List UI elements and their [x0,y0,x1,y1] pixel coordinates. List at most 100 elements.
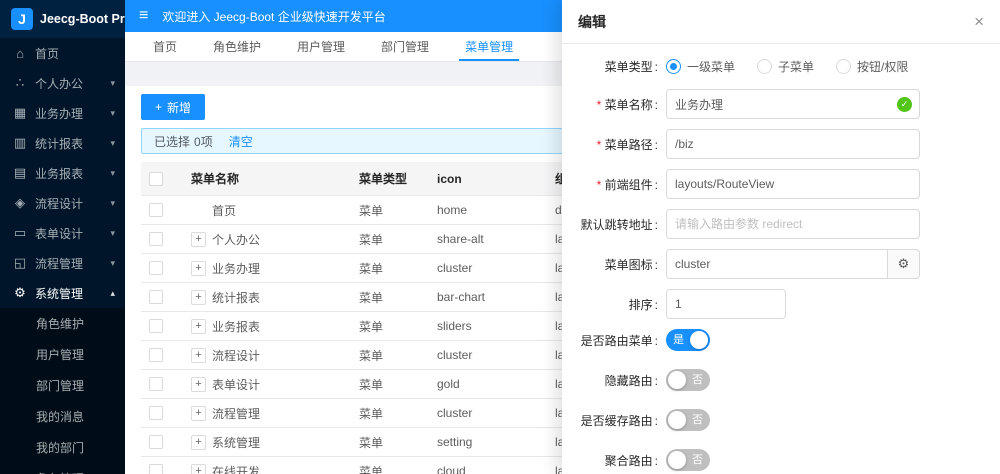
row-checkbox[interactable] [149,290,163,305]
edit-drawer: 编辑 × 菜单类型 一级菜单 子菜单 按钮/权限 菜单名称 [562,0,1000,474]
sort-row: 排序 [562,289,1000,319]
sidebar-item-statistics-report[interactable]: ▥ 统计报表 ▾ [0,128,125,158]
clear-selection-link[interactable]: 清空 [229,133,253,150]
app-logo[interactable]: J Jeecg-Boot Pro [0,0,125,38]
select-all-checkbox[interactable] [149,171,163,186]
collapse-menu-icon[interactable]: ≡ [139,8,148,24]
row-checkbox[interactable] [149,348,163,363]
chevron-down-icon: ▾ [110,167,115,178]
sidebar-item-role-management[interactable]: 角色管理 [0,463,125,474]
row-checkbox[interactable] [149,203,163,218]
radio-button-permission[interactable]: 按钮/权限 [836,58,908,75]
menu-name-cell: 个人办公 [212,232,261,247]
radio-top-level-menu[interactable]: 一级菜单 [666,58,735,75]
field-label: 菜单名称 [562,96,666,113]
switch-text: 是 [673,334,684,346]
menu-name-input[interactable] [666,89,920,119]
cache-route-toggle[interactable]: 否 [666,409,710,431]
close-icon[interactable]: × [974,13,984,30]
sidebar-item-label: 我的部门 [36,441,85,455]
switch-knob [668,371,686,389]
form-icon: ▭ [13,225,27,240]
flow-icon: ◈ [15,195,25,210]
expand-icon[interactable]: + [191,434,206,450]
sidebar-item-label: 首页 [35,46,60,61]
sidebar-item-label: 流程管理 [35,256,84,271]
sidebar-item-process-management[interactable]: ◱ 流程管理 ▾ [0,248,125,278]
menu-type-cell: 菜单 [351,427,429,457]
tab-user-management[interactable]: 用户管理 [279,32,363,61]
expand-icon[interactable]: + [191,318,206,334]
expand-icon[interactable]: + [191,260,206,276]
row-checkbox[interactable] [149,377,163,392]
tab-role-maintenance[interactable]: 角色维护 [195,32,279,61]
menu-type-cell: 菜单 [351,282,429,312]
cache-route-row: 是否缓存路由 否 [562,409,1000,431]
row-checkbox[interactable] [149,406,163,421]
chevron-up-icon: ▴ [110,287,115,298]
icon-cell: cloud [429,456,547,474]
row-checkbox[interactable] [149,319,163,334]
aggregate-route-toggle[interactable]: 否 [666,449,710,471]
sidebar-submenu: 角色维护 用户管理 部门管理 我的消息 我的部门 角色管理 [0,308,125,474]
icon-picker-button[interactable]: ⚙ [888,249,920,279]
field-label: 聚合路由 [562,452,666,469]
icon-cell: bar-chart [429,282,547,312]
sidebar-item-role-maintenance[interactable]: 角色维护 [0,308,125,339]
menu-type-cell: 菜单 [351,456,429,474]
sidebar-menu: ⌂ 首页 ∴ 个人办公 ▾ ▦ 业务办理 ▾ ▥ 统计报表 ▾ ▤ 业务报表 ▾… [0,38,125,474]
sidebar-item-home[interactable]: ⌂ 首页 [0,38,125,68]
row-checkbox[interactable] [149,435,163,450]
tab-menu-management[interactable]: 菜单管理 [447,32,531,61]
expand-icon[interactable]: + [191,231,206,247]
sidebar-item-business-handling[interactable]: ▦ 业务办理 ▾ [0,98,125,128]
row-checkbox[interactable] [149,261,163,276]
expand-icon[interactable]: + [191,463,206,474]
switch-text: 否 [692,454,703,466]
sidebar-item-my-messages[interactable]: 我的消息 [0,401,125,432]
icon-cell: sliders [429,311,547,341]
expand-icon[interactable]: + [191,376,206,392]
sidebar-item-form-design[interactable]: ▭ 表单设计 ▾ [0,218,125,248]
icon-cell: share-alt [429,224,547,254]
menu-name-cell: 流程设计 [212,348,261,363]
menu-icon-input[interactable] [666,249,888,279]
selection-count: 0项 [194,134,213,149]
add-button[interactable]: + 新增 [141,94,206,120]
hide-route-toggle[interactable]: 否 [666,369,710,391]
sidebar-item-label: 我的消息 [36,410,85,424]
field-label: 隐藏路由 [562,372,666,389]
menu-type-cell: 菜单 [351,224,429,254]
menu-type-radio-group: 一级菜单 子菜单 按钮/权限 [666,58,920,75]
expand-icon[interactable]: + [191,289,206,305]
sidebar-item-personal-office[interactable]: ∴ 个人办公 ▾ [0,68,125,98]
sidebar-item-system-management[interactable]: ⚙ 系统管理 ▴ [0,278,125,308]
sidebar-item-label: 角色维护 [36,317,85,331]
route-menu-toggle[interactable]: 是 [666,329,710,351]
sidebar-item-label: 部门管理 [36,379,85,393]
sidebar-item-business-report[interactable]: ▤ 业务报表 ▾ [0,158,125,188]
sidebar-item-my-department[interactable]: 我的部门 [0,432,125,463]
component-input[interactable] [666,169,920,199]
menu-path-input[interactable] [666,129,920,159]
sidebar-item-process-design[interactable]: ◈ 流程设计 ▾ [0,188,125,218]
menu-name-cell: 业务报表 [212,319,261,334]
radio-label: 按钮/权限 [857,60,909,74]
menu-type-cell: 菜单 [351,195,429,225]
radio-sub-menu[interactable]: 子菜单 [757,58,814,75]
sidebar-item-user-management[interactable]: 用户管理 [0,339,125,370]
switch-knob [668,451,686,469]
sidebar-item-department-management[interactable]: 部门管理 [0,370,125,401]
sort-input[interactable] [666,289,786,319]
tab-department-management[interactable]: 部门管理 [363,32,447,61]
redirect-input[interactable] [666,209,920,239]
column-header-menu-type: 菜单类型 [351,162,429,196]
row-checkbox[interactable] [149,464,163,474]
menu-name-cell: 统计报表 [212,290,261,305]
expand-icon[interactable]: + [191,347,206,363]
tab-home[interactable]: 首页 [135,32,195,61]
expand-icon[interactable]: + [191,405,206,421]
row-checkbox[interactable] [149,232,163,247]
redirect-row: 默认跳转地址 [562,209,1000,239]
switch-text: 否 [692,374,703,386]
